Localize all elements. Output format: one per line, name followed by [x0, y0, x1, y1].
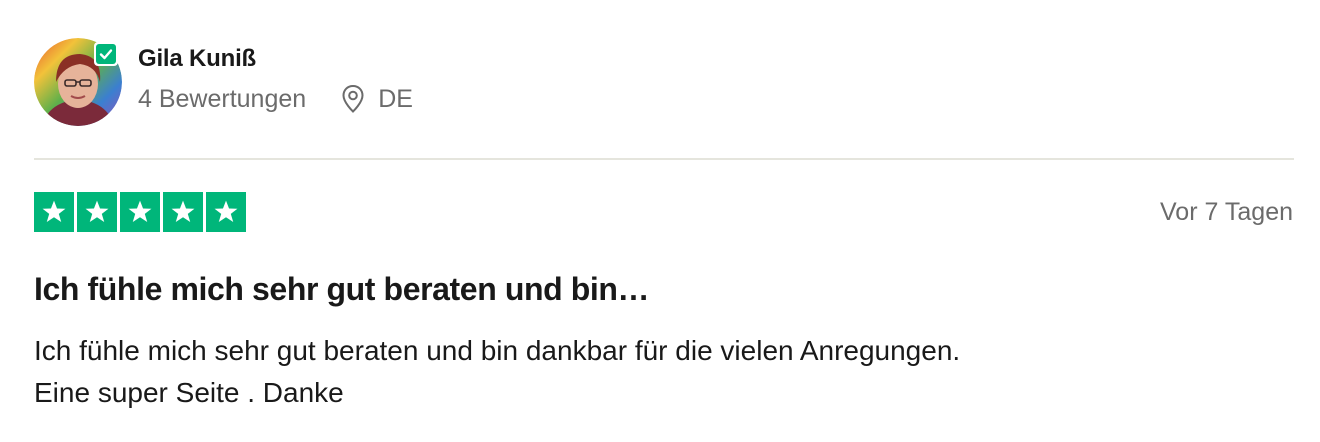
location-pin-icon: [342, 84, 364, 113]
reviewer-meta: 4 Bewertungen DE: [138, 84, 413, 114]
review-body-line: Ich fühle mich sehr gut beraten und bin …: [34, 335, 961, 366]
verified-check-icon: [96, 44, 116, 64]
avatar-container[interactable]: [34, 38, 122, 126]
divider: [34, 158, 1294, 160]
reviews-count: 4 Bewertungen: [138, 85, 307, 113]
verified-badge: [94, 42, 118, 66]
review-title[interactable]: Ich fühle mich sehr gut beraten und bin…: [34, 270, 650, 308]
review-body-line: Eine super Seite . Danke: [34, 377, 344, 408]
review-card: Gila Kuniß 4 Bewertungen DE Vor 7 Tagen …: [0, 0, 1320, 442]
star-icon: [120, 192, 160, 232]
star-icon: [163, 192, 203, 232]
reviewer-info: Gila Kuniß 4 Bewertungen DE: [138, 44, 413, 114]
star-icon: [34, 192, 74, 232]
review-body: Ich fühle mich sehr gut beraten und bin …: [34, 330, 960, 414]
star-icon: [206, 192, 246, 232]
reviewer-country: DE: [378, 85, 413, 113]
reviewer-header: Gila Kuniß 4 Bewertungen DE: [34, 38, 413, 126]
reviewer-name[interactable]: Gila Kuniß: [138, 44, 413, 74]
star-rating: [34, 192, 246, 232]
review-date: Vor 7 Tagen: [1160, 198, 1293, 226]
star-icon: [77, 192, 117, 232]
